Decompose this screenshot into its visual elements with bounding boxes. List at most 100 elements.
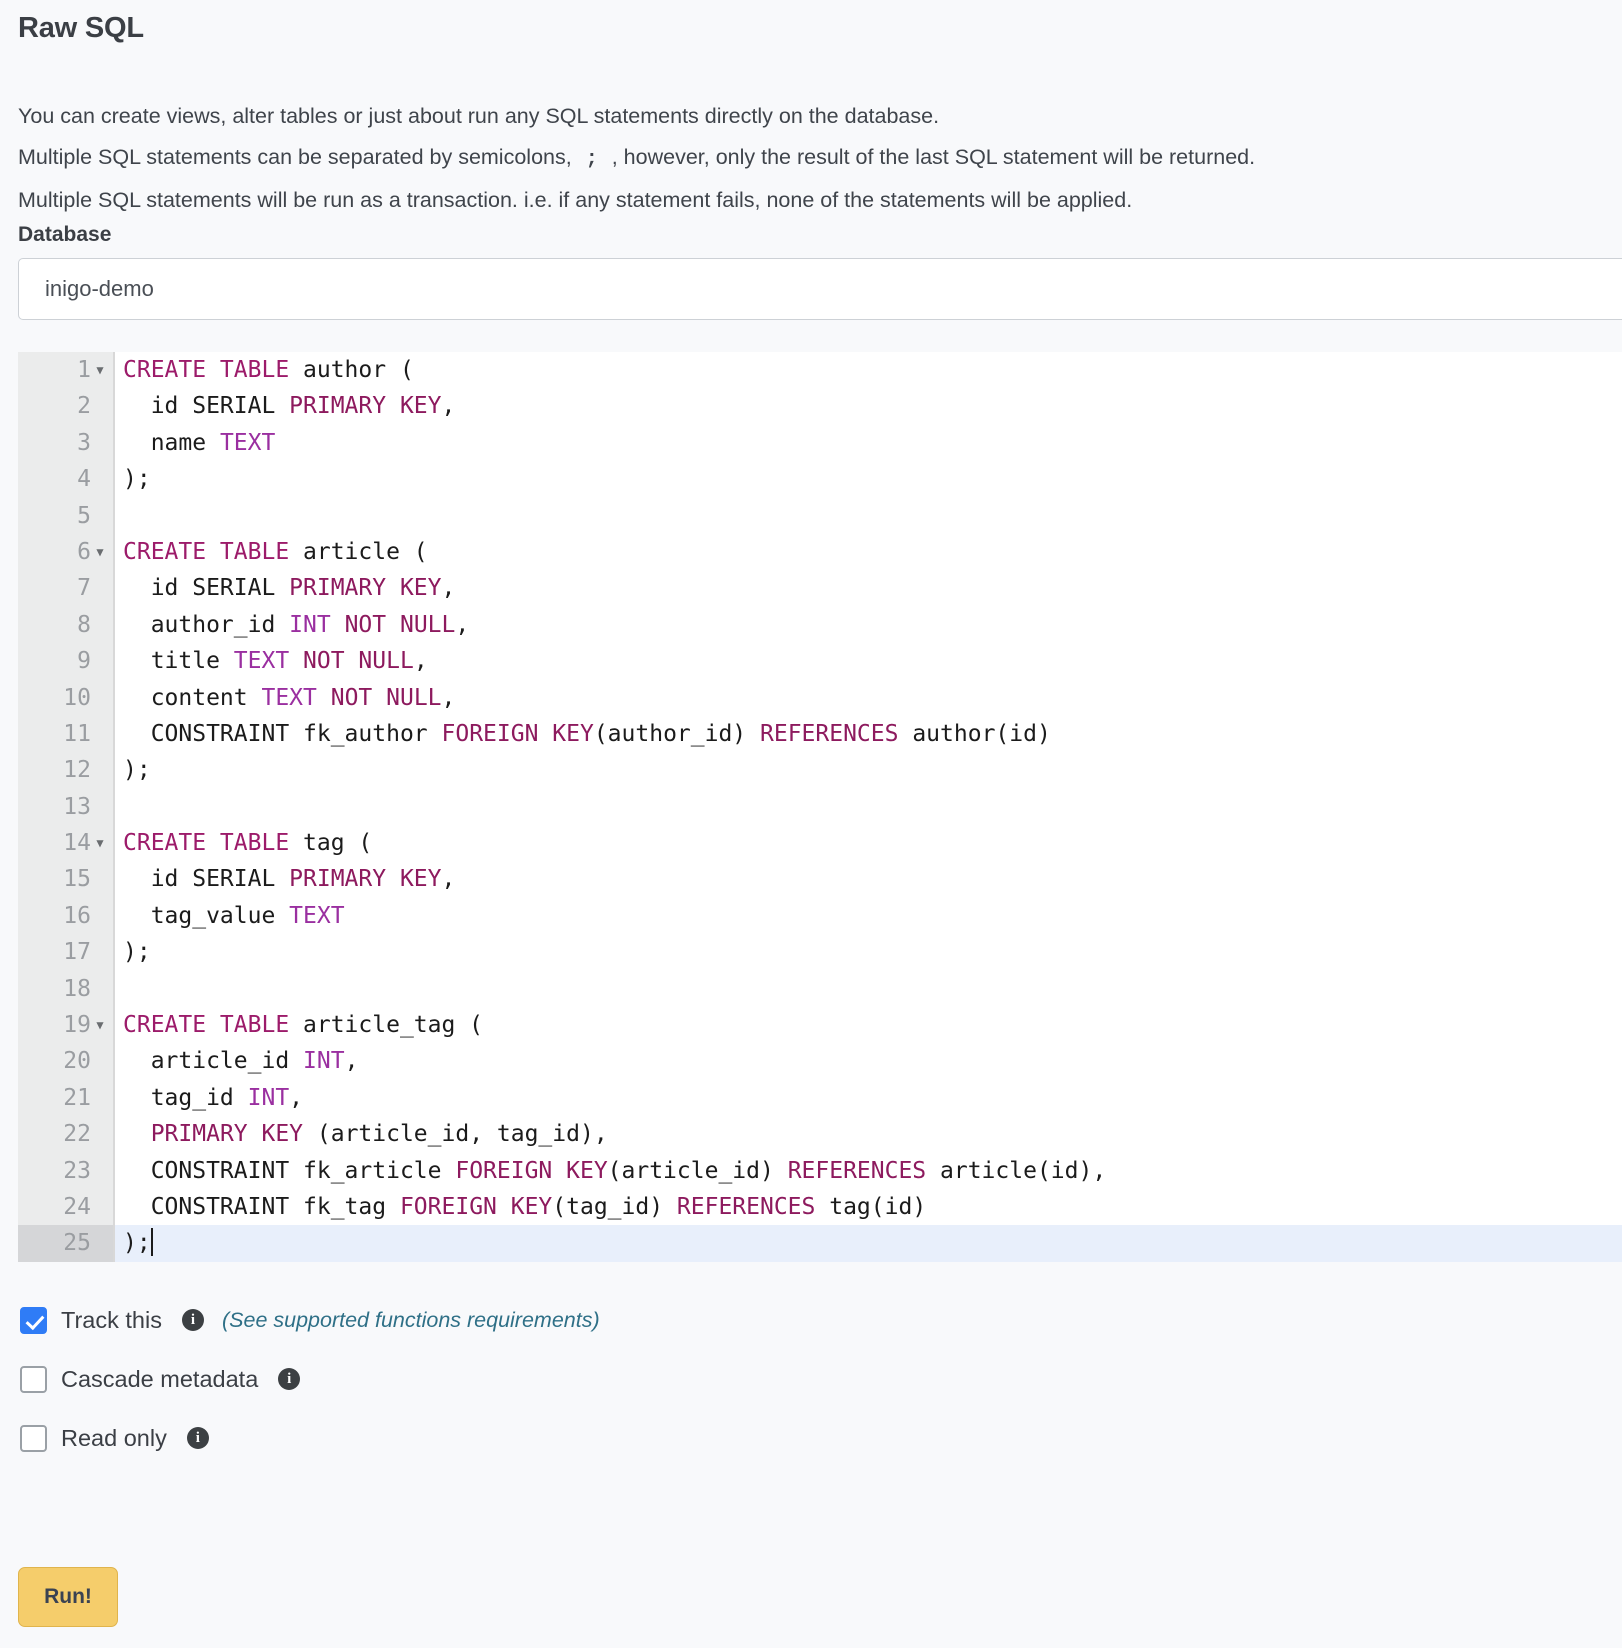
code-token: title	[123, 648, 234, 675]
editor-line[interactable]: 15▼ id SERIAL PRIMARY KEY,	[18, 861, 1622, 898]
database-select[interactable]: inigo-demo	[18, 258, 1622, 320]
editor-line-code[interactable]: id SERIAL PRIMARY KEY,	[115, 861, 1622, 897]
editor-line-code[interactable]: tag_value TEXT	[115, 898, 1622, 934]
fold-arrow-icon[interactable]: ▼	[91, 1007, 109, 1043]
code-token: TEXT	[261, 684, 317, 711]
editor-line-code[interactable]: CONSTRAINT fk_article FOREIGN KEY(articl…	[115, 1153, 1622, 1189]
code-token: ,	[441, 575, 456, 602]
editor-line[interactable]: 18▼	[18, 970, 1622, 1008]
editor-line[interactable]: 13▼	[18, 788, 1622, 826]
editor-line-code[interactable]	[115, 498, 1622, 534]
editor-line-code[interactable]: );	[115, 461, 1622, 497]
code-token: TEXT	[219, 429, 276, 456]
editor-line-code[interactable]: article_id INT,	[115, 1043, 1622, 1079]
editor-line-code[interactable]: id SERIAL PRIMARY KEY,	[115, 570, 1622, 606]
supported-functions-link[interactable]: (See supported functions requirements)	[222, 1308, 600, 1333]
read-only-checkbox[interactable]	[20, 1424, 47, 1452]
editor-line[interactable]: 14 ▼ CREATE TABLE tag (	[18, 825, 1622, 862]
editor-line[interactable]: 4▼);	[18, 461, 1622, 498]
editor-line[interactable]: 25▼);	[18, 1225, 1622, 1262]
editor-line[interactable]: 2▼ id SERIAL PRIMARY KEY,	[18, 388, 1622, 425]
code-token: tag(id)	[815, 1193, 927, 1220]
line-number: 11▼	[18, 715, 113, 753]
code-token: CREATE TABLE	[123, 538, 290, 565]
code-token: INT	[247, 1084, 290, 1111]
editor-line-code[interactable]	[115, 971, 1622, 1007]
fold-spacer: ▼	[91, 716, 109, 752]
editor-line-code[interactable]: CONSTRAINT fk_tag FOREIGN KEY(tag_id) RE…	[115, 1189, 1622, 1225]
info-icon[interactable]: i	[181, 1309, 204, 1331]
run-button[interactable]: Run!	[18, 1567, 118, 1627]
line-number: 24▼	[18, 1188, 113, 1226]
semicolon-code: ;	[585, 148, 598, 171]
description-line-3: Multiple SQL statements will be run as a…	[18, 188, 1133, 212]
code-token: ,	[413, 648, 428, 675]
fold-arrow-icon[interactable]: ▼	[91, 352, 109, 388]
track-this-checkbox[interactable]	[20, 1306, 47, 1334]
fold-spacer: ▼	[91, 1189, 109, 1225]
editor-line[interactable]: 10▼ content TEXT NOT NULL,	[18, 679, 1622, 716]
editor-line-code[interactable]: CONSTRAINT fk_author FOREIGN KEY(author_…	[115, 716, 1622, 752]
editor-line-code[interactable]	[115, 789, 1622, 825]
editor-line[interactable]: 7▼ id SERIAL PRIMARY KEY,	[18, 570, 1622, 607]
code-token: CREATE TABLE	[123, 830, 290, 857]
line-number: 21▼	[18, 1079, 113, 1117]
code-token: author(id)	[898, 720, 1051, 747]
editor-line-code[interactable]: CREATE TABLE author (	[115, 352, 1622, 388]
code-token: );	[123, 939, 151, 966]
editor-line-code[interactable]: CREATE TABLE article (	[115, 534, 1622, 570]
info-icon[interactable]: i	[278, 1368, 301, 1390]
page-description: You can create views, alter tables or ju…	[18, 96, 1618, 221]
line-number: 6 ▼	[18, 533, 113, 571]
fold-arrow-icon[interactable]: ▼	[91, 534, 109, 570]
editor-line[interactable]: 3▼ name TEXT	[18, 424, 1622, 462]
editor-line-code[interactable]: author_id INT NOT NULL,	[115, 607, 1622, 643]
editor-line[interactable]: 11▼ CONSTRAINT fk_author FOREIGN KEY(aut…	[18, 715, 1622, 753]
editor-line-code[interactable]: id SERIAL PRIMARY KEY,	[115, 388, 1622, 424]
sql-code-editor[interactable]: 1▼CREATE TABLE author (2▼ id SERIAL PRIM…	[18, 352, 1622, 1262]
code-token: CREATE TABLE	[123, 357, 290, 383]
editor-line[interactable]: 19 ▼ CREATE TABLE article_tag (	[18, 1007, 1622, 1044]
editor-line-code[interactable]: CREATE TABLE tag (	[115, 825, 1622, 861]
editor-line-code[interactable]: content TEXT NOT NULL,	[115, 680, 1622, 716]
editor-line[interactable]: 22▼ PRIMARY KEY (article_id, tag_id),	[18, 1116, 1622, 1153]
text-cursor	[150, 1228, 153, 1257]
editor-line[interactable]: 1 ▼ CREATE TABLE author (	[18, 352, 1622, 389]
editor-line-code[interactable]: );	[115, 1225, 1622, 1262]
editor-line[interactable]: 20▼ article_id INT,	[18, 1043, 1622, 1080]
editor-line-code[interactable]: CREATE TABLE article_tag (	[115, 1007, 1622, 1043]
editor-line[interactable]: 6 ▼ CREATE TABLE article (	[18, 533, 1622, 571]
code-token: (article_id)	[607, 1157, 788, 1184]
editor-line[interactable]: 9▼ title TEXT NOT NULL,	[18, 643, 1622, 680]
code-token: REFERENCES	[676, 1193, 816, 1220]
editor-line[interactable]: 5▼	[18, 497, 1622, 534]
editor-line-code[interactable]: name TEXT	[115, 425, 1622, 461]
line-number: 4▼	[18, 461, 113, 498]
editor-line[interactable]: 16▼ tag_value TEXT	[18, 897, 1622, 935]
editor-line-code[interactable]: tag_id INT,	[115, 1080, 1622, 1116]
code-token: article_id	[123, 1048, 304, 1075]
code-token: id SERIAL	[123, 575, 290, 602]
line-number: 23▼	[18, 1152, 113, 1189]
cascade-metadata-checkbox[interactable]	[20, 1365, 47, 1393]
editor-line-code[interactable]: PRIMARY KEY (article_id, tag_id),	[115, 1116, 1622, 1152]
editor-line-code[interactable]: );	[115, 752, 1622, 788]
editor-line[interactable]: 24▼ CONSTRAINT fk_tag FOREIGN KEY(tag_id…	[18, 1188, 1622, 1226]
code-token: CREATE TABLE	[123, 1012, 290, 1039]
editor-line-code[interactable]: title TEXT NOT NULL,	[115, 643, 1622, 679]
fold-spacer: ▼	[91, 789, 109, 825]
code-token: FOREIGN KEY	[441, 720, 594, 747]
code-token: content	[123, 684, 262, 711]
code-token: PRIMARY KEY	[150, 1121, 304, 1148]
editor-line[interactable]: 17▼);	[18, 934, 1622, 971]
editor-line[interactable]: 21▼ tag_id INT,	[18, 1079, 1622, 1117]
editor-line-code[interactable]: );	[115, 934, 1622, 970]
info-icon[interactable]: i	[186, 1427, 209, 1449]
editor-line[interactable]: 12▼);	[18, 752, 1622, 789]
code-token: (author_id)	[593, 720, 760, 747]
editor-line[interactable]: 23▼ CONSTRAINT fk_article FOREIGN KEY(ar…	[18, 1152, 1622, 1189]
fold-arrow-icon[interactable]: ▼	[91, 825, 109, 861]
editor-line[interactable]: 8▼ author_id INT NOT NULL,	[18, 606, 1622, 644]
code-token: );	[123, 1230, 151, 1257]
